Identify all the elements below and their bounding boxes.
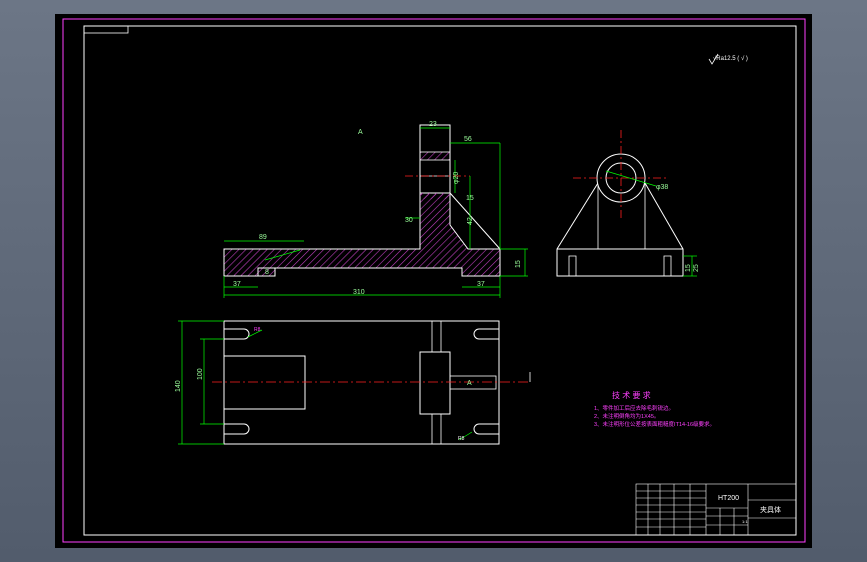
dim-bore-dia: φ20 <box>453 172 460 184</box>
title-part-name: 夹具体 <box>760 505 781 514</box>
side-foot-dim: 15 <box>685 264 692 272</box>
dim-step-height: 30 <box>405 217 413 224</box>
dim-overall-length: 310 <box>353 289 365 296</box>
cad-viewport: √Ra12.5 ( √ ) A 23 56 φ20 15 42 30 89 8 … <box>0 0 867 562</box>
roughness-note: √Ra12.5 ( √ ) <box>713 55 748 62</box>
tech-item-3: 3、未注明形位公差按表面粗糙度IT14-16级要求。 <box>594 420 715 428</box>
top-inner-height: 100 <box>197 368 204 380</box>
paper <box>55 14 812 548</box>
dim-left-span: 89 <box>259 234 267 241</box>
title-scale: 1:1 <box>742 519 748 524</box>
dim-rib: 42 <box>467 217 474 225</box>
side-bore-dia: φ38 <box>656 184 668 191</box>
front-upright-hatch-top <box>419 151 451 161</box>
dim-base-thickness: 15 <box>515 260 522 268</box>
dim-inner: 15 <box>466 195 474 202</box>
dim-height-right: 56 <box>464 136 472 143</box>
title-material: HT200 <box>718 495 739 502</box>
dim-small: 8 <box>265 269 269 276</box>
dim-top-width: 23 <box>429 121 437 128</box>
front-upright-hatch-mid <box>420 193 450 199</box>
dim-slot-left: 37 <box>233 281 241 288</box>
top-slot-note-top: R8 <box>254 327 261 333</box>
top-overall-width: 140 <box>175 380 182 392</box>
dim-slot-right: 37 <box>477 281 485 288</box>
tech-item-1: 1、零件加工后应去除毛刺锐边。 <box>594 404 674 412</box>
side-foot-dim2: 25 <box>693 264 700 272</box>
section-marker: A <box>358 129 363 136</box>
drawing-sheet: √Ra12.5 ( √ ) A 23 56 φ20 15 42 30 89 8 … <box>55 14 812 548</box>
top-slot-note-bottom: R8 <box>458 436 465 442</box>
top-center-mark: A <box>467 380 472 387</box>
tech-item-2: 2、未注明倒角均为1X45。 <box>594 412 659 420</box>
tech-title: 技 术 要 求 <box>612 390 651 400</box>
